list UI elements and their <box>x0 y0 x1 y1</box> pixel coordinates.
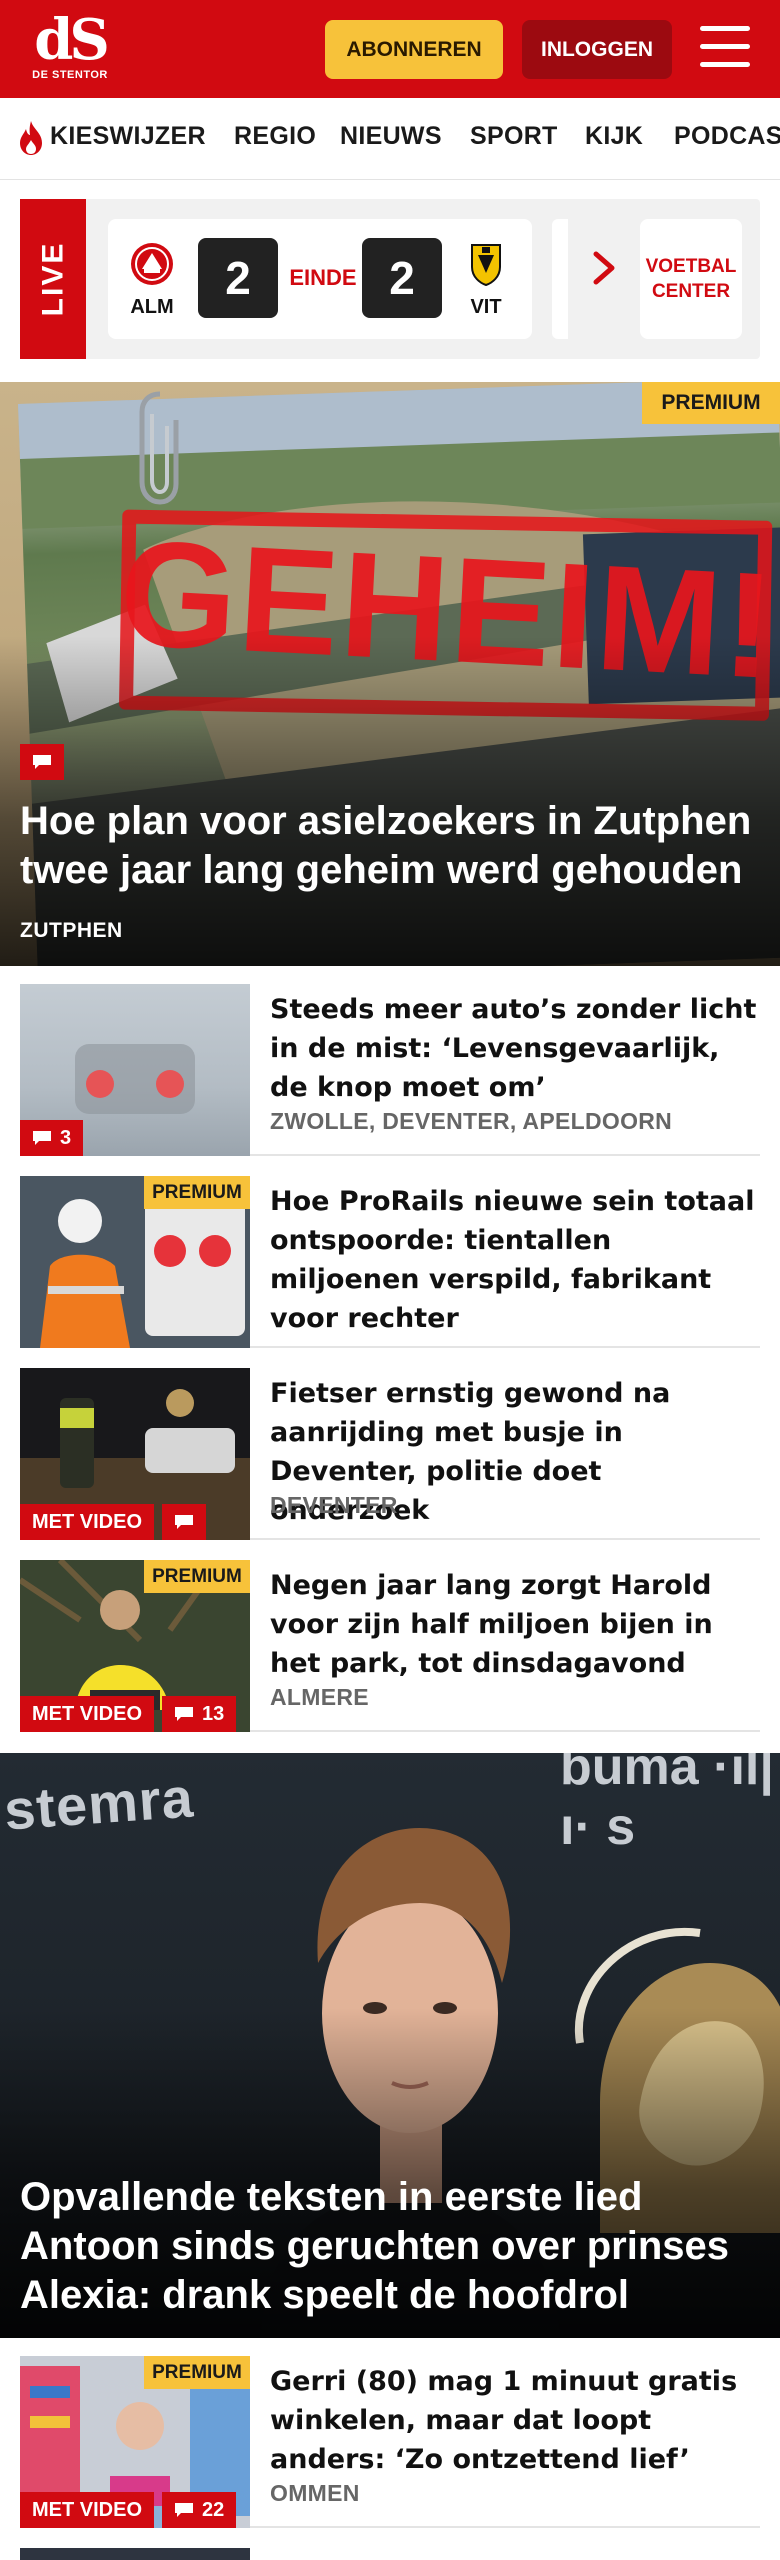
video-chip[interactable]: MET VIDEO <box>20 1696 155 1732</box>
premium-badge: PREMIUM <box>144 1176 250 1209</box>
subscribe-button[interactable]: ABONNEREN <box>325 20 503 79</box>
article-location: OMMEN <box>270 2480 360 2506</box>
home-club: ALM <box>122 241 182 319</box>
hero-title[interactable]: Opvallende teksten in eerste lied Antoon… <box>20 2173 765 2320</box>
vitesse-crest-icon <box>471 244 501 287</box>
site-logo[interactable]: dS DE STENTOR <box>28 12 112 86</box>
flame-icon <box>20 121 42 155</box>
comment-count: 13 <box>202 1702 225 1725</box>
next-article-thumbnail[interactable] <box>20 2548 250 2560</box>
nav-item-kijk[interactable]: KIJK <box>585 122 643 151</box>
menu-icon[interactable] <box>700 26 750 70</box>
comment-icon <box>33 1131 51 1145</box>
hero-article-zutphen[interactable]: GEHEIM! PREMIUM Hoe plan voor asielzoeke… <box>0 382 780 966</box>
premium-badge: PREMIUM <box>144 2356 250 2389</box>
comments-chip[interactable]: 22 <box>162 2492 237 2528</box>
live-scores-strip: LIVE ALM 2 EINDE 2 VIT VOETBAL CENTER <box>20 199 760 359</box>
article-thumbnail: PREMIUM <box>20 1176 250 1348</box>
article-thumbnail: MET VIDEO <box>20 1368 250 1540</box>
article-title[interactable]: Hoe ProRails nieuwe sein totaal ontspoor… <box>270 1182 760 1338</box>
login-button[interactable]: INLOGGEN <box>522 20 672 79</box>
comments-chip[interactable]: 3 <box>20 1120 84 1156</box>
away-club: VIT <box>456 241 516 319</box>
comments-chip[interactable] <box>20 744 64 780</box>
article-title[interactable]: Negen jaar lang zorgt Harold voor zijn h… <box>270 1566 760 1683</box>
article-title[interactable]: Steeds meer auto’s zonder licht in de mi… <box>270 990 760 1107</box>
backdrop-logo-left: stemra <box>2 1765 196 1842</box>
chevron-right-icon[interactable] <box>590 251 620 285</box>
nav-item-sport[interactable]: SPORT <box>470 122 558 151</box>
article-location: ZWOLLE, DEVENTER, APELDOORN <box>270 1108 673 1134</box>
list-item[interactable]: 3 Steeds meer auto’s zonder licht in de … <box>20 984 760 1156</box>
voetbal-center-label: VOETBAL CENTER <box>645 256 737 302</box>
video-chip[interactable]: MET VIDEO <box>20 2492 155 2528</box>
comments-chip[interactable]: 13 <box>162 1696 237 1732</box>
section-nav: KIESWIJZER REGIO NIEUWS SPORT KIJK PODCA… <box>0 98 780 180</box>
article-location: ALMERE <box>270 1684 369 1710</box>
premium-badge: PREMIUM <box>642 382 780 424</box>
match-card[interactable]: ALM 2 EINDE 2 VIT <box>108 219 532 339</box>
nav-item-regio[interactable]: REGIO <box>234 122 316 151</box>
voetbal-center-link[interactable]: VOETBAL CENTER <box>640 219 742 339</box>
comment-icon <box>33 755 51 769</box>
hero-location: ZUTPHEN <box>20 919 123 942</box>
article-title[interactable]: Gerri (80) mag 1 minuut gratis winkelen,… <box>270 2362 760 2479</box>
almere-crest-icon <box>131 243 173 285</box>
article-thumbnail: PREMIUM MET VIDEO 22 <box>20 2356 250 2528</box>
away-team-name: VIT <box>470 296 502 318</box>
hero-article-antoon[interactable]: stemra buma ·ıl|ı· s Opvallende teksten … <box>0 1753 780 2338</box>
live-tag: LIVE <box>20 199 86 359</box>
article-thumbnail: 3 <box>20 984 250 1156</box>
away-score: 2 <box>362 238 442 318</box>
home-team-name: ALM <box>130 296 174 318</box>
live-label: LIVE <box>36 241 69 317</box>
premium-badge: PREMIUM <box>144 1560 250 1593</box>
nav-item-podcast[interactable]: PODCAS <box>674 122 780 151</box>
list-item[interactable]: PREMIUM Hoe ProRails nieuwe sein totaal … <box>20 1176 760 1348</box>
article-location: DEVENTER <box>270 1492 398 1518</box>
comment-icon <box>175 2503 193 2517</box>
nav-item-kieswijzer[interactable]: KIESWIJZER <box>50 122 206 151</box>
match-status: EINDE <box>289 265 357 290</box>
logo-mark: dS <box>34 7 110 73</box>
paperclip-icon <box>139 391 179 505</box>
list-item[interactable]: MET VIDEO Fietser ernstig gewond na aanr… <box>20 1368 760 1540</box>
comment-count: 3 <box>60 1126 72 1149</box>
comment-icon <box>175 1515 193 1529</box>
comment-icon <box>175 1707 193 1721</box>
list-item[interactable]: PREMIUM MET VIDEO 13 Negen jaar lang zor… <box>20 1560 760 1732</box>
comment-count: 22 <box>202 2498 225 2521</box>
top-bar: dS DE STENTOR ABONNEREN INLOGGEN <box>0 0 780 98</box>
home-score: 2 <box>198 238 278 318</box>
video-chip[interactable]: MET VIDEO <box>20 1504 155 1540</box>
hero-title[interactable]: Hoe plan voor asielzoekers in Zutphen tw… <box>20 797 760 895</box>
logo-subtitle: DE STENTOR <box>32 69 108 81</box>
next-match-card[interactable] <box>552 219 568 339</box>
nav-item-nieuws[interactable]: NIEUWS <box>340 122 442 151</box>
comments-chip[interactable] <box>162 1504 206 1540</box>
article-thumbnail: PREMIUM MET VIDEO 13 <box>20 1560 250 1732</box>
list-item[interactable]: PREMIUM MET VIDEO 22 Gerri (80) mag 1 mi… <box>20 2356 760 2528</box>
